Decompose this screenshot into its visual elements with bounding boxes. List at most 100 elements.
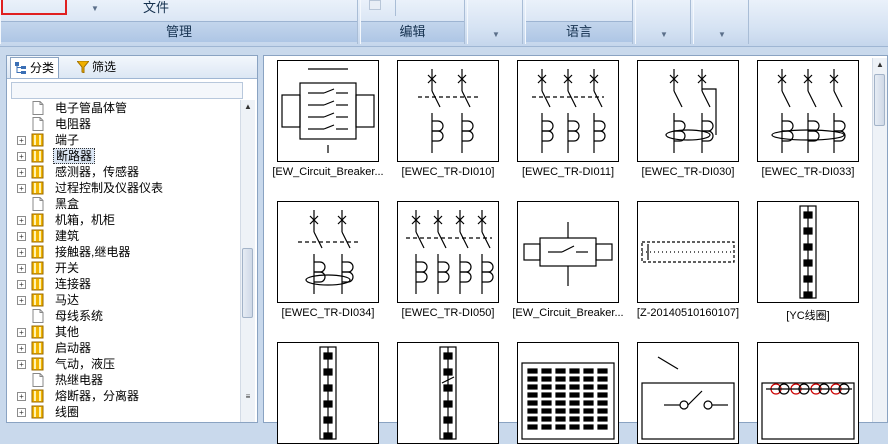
- symbol-thumbnail[interactable]: [517, 201, 619, 303]
- dropdown-arrow-icon[interactable]: ▼: [91, 4, 99, 13]
- group-caption-language: 语言: [526, 21, 632, 42]
- options-dropdown-icon[interactable]: ▼: [718, 30, 726, 39]
- symbol-thumbnail[interactable]: [517, 60, 619, 162]
- file-button[interactable]: 文件: [143, 0, 169, 16]
- expand-icon[interactable]: +: [17, 232, 26, 241]
- expand-icon[interactable]: +: [17, 360, 26, 369]
- tree-item-label: 热继电器: [55, 373, 104, 387]
- tree-item[interactable]: 热继电器: [7, 372, 243, 388]
- group-caption-edit: 编辑: [361, 21, 464, 42]
- tab-classify[interactable]: 分类: [10, 57, 60, 78]
- gallery-scrollbar[interactable]: ▲: [872, 58, 887, 422]
- tree-item[interactable]: + 过程控制及仪器仪表: [7, 180, 243, 196]
- lib-dropdown-icon[interactable]: ▼: [660, 30, 668, 39]
- edit-icon[interactable]: [369, 0, 381, 10]
- symbol-caption: [EWEC_TR-DI011]: [521, 166, 615, 178]
- expand-icon[interactable]: +: [17, 216, 26, 225]
- symbol-thumbnail[interactable]: [637, 201, 739, 303]
- tree-item-label: 连接器: [55, 277, 92, 291]
- tree-item[interactable]: + 启动器: [7, 340, 243, 356]
- panel-tabs: 分类 筛选: [7, 56, 257, 79]
- expand-icon[interactable]: +: [17, 184, 26, 193]
- expand-icon[interactable]: +: [17, 264, 26, 273]
- symbol-caption: [EW_Circuit_Breaker...: [272, 166, 384, 178]
- symbol-thumbnail[interactable]: [397, 342, 499, 444]
- tree-scrollbar[interactable]: ▲ ≡: [240, 100, 255, 422]
- folder-book-icon: [31, 293, 45, 307]
- tree-item[interactable]: + 线圈: [7, 404, 243, 420]
- ribbon-group-manage: ▼ 文件 管理: [0, 0, 358, 44]
- tree-item-label: 线圈: [55, 405, 80, 419]
- tree-item[interactable]: + 建筑: [7, 228, 243, 244]
- tree-item[interactable]: + 感测器，传感器: [7, 164, 243, 180]
- tab-classify-label: 分类: [30, 61, 55, 75]
- folder-book-icon: [31, 133, 45, 147]
- scroll-thumb[interactable]: [242, 248, 253, 318]
- tree-item-label: 马达: [55, 293, 80, 307]
- expand-icon[interactable]: +: [17, 296, 26, 305]
- expand-icon[interactable]: +: [17, 344, 26, 353]
- tree-item-label: 接触器,继电器: [55, 245, 131, 259]
- tree-icon: [15, 62, 26, 74]
- tree-item[interactable]: + 马达: [7, 292, 243, 308]
- symbol-thumbnail[interactable]: [277, 342, 379, 444]
- symbol-thumbnail[interactable]: [517, 342, 619, 444]
- folder-book-icon: [31, 165, 45, 179]
- ribbon-group-language: 语言: [525, 0, 633, 44]
- expand-icon[interactable]: +: [17, 408, 26, 417]
- tree-filter-bar[interactable]: [11, 82, 243, 99]
- tree-item[interactable]: + 连接器: [7, 276, 243, 292]
- tree-item-label: 熔断器，分离器: [55, 389, 140, 403]
- symbol-thumbnail[interactable]: [397, 60, 499, 162]
- symbol-caption: [EWEC_TR-DI030]: [641, 166, 735, 178]
- folder-book-icon: [31, 277, 45, 291]
- expand-icon[interactable]: +: [17, 168, 26, 177]
- symbol-thumbnail[interactable]: [757, 201, 859, 303]
- tree-item[interactable]: + 气动，液压: [7, 356, 243, 372]
- scroll-up-icon[interactable]: ▲: [241, 100, 255, 114]
- scroll-grip-icon: ≡: [245, 392, 251, 401]
- tree-item-label: 电子管晶体管: [55, 101, 128, 115]
- symbol-caption: [EWEC_TR-DI050]: [401, 307, 495, 319]
- symbol-thumbnail[interactable]: [277, 60, 379, 162]
- folder-book-icon: [31, 389, 45, 403]
- tree-item[interactable]: + 接触器,继电器: [7, 244, 243, 260]
- tree-item[interactable]: + 断路器: [7, 148, 243, 164]
- tree-item-label: 气动，液压: [55, 357, 116, 371]
- expand-icon[interactable]: +: [17, 280, 26, 289]
- tree-item-label: 电阻器: [55, 117, 92, 131]
- expand-icon[interactable]: +: [17, 328, 26, 337]
- expand-icon[interactable]: +: [17, 248, 26, 257]
- symbol-thumbnail[interactable]: [397, 201, 499, 303]
- tree-item[interactable]: 电子管晶体管: [7, 100, 243, 116]
- symbol-caption: [Z-20140510160107]: [636, 307, 740, 319]
- symbol-thumbnail[interactable]: [277, 201, 379, 303]
- ribbon-group-view: ▼: [467, 0, 523, 44]
- tree-item[interactable]: + 开关: [7, 260, 243, 276]
- page-icon: [31, 117, 45, 131]
- symbol-thumbnail[interactable]: [637, 60, 739, 162]
- tree-item-label: 黑盒: [55, 197, 80, 211]
- gallery-scroll-thumb[interactable]: [874, 74, 885, 126]
- folder-book-icon: [31, 341, 45, 355]
- tree-item[interactable]: + 熔断器，分离器: [7, 388, 243, 404]
- tree-item[interactable]: 母线系统: [7, 308, 243, 324]
- category-tree: 电子管晶体管 电阻器 + 端子 + 断路器 + 感测器，传感器 + 过程控制及仪器仪表 黑盒 + 机箱，…: [7, 100, 243, 420]
- ribbon-group-edit: 编辑: [360, 0, 465, 44]
- symbol-thumbnail[interactable]: [757, 342, 859, 444]
- tab-filter[interactable]: 筛选: [73, 57, 120, 77]
- gallery-scroll-up-icon[interactable]: ▲: [873, 58, 887, 72]
- expand-icon[interactable]: +: [17, 392, 26, 401]
- tree-item[interactable]: 黑盒: [7, 196, 243, 212]
- symbol-caption: [YC线圈]: [786, 310, 830, 322]
- symbol-thumbnail[interactable]: [757, 60, 859, 162]
- tree-item[interactable]: + 端子: [7, 132, 243, 148]
- tree-item[interactable]: 电阻器: [7, 116, 243, 132]
- symbol-thumbnail[interactable]: [637, 342, 739, 444]
- tree-item[interactable]: + 机箱，机柜: [7, 212, 243, 228]
- expand-icon[interactable]: +: [17, 152, 26, 161]
- expand-icon[interactable]: +: [17, 136, 26, 145]
- tree-item[interactable]: + 其他: [7, 324, 243, 340]
- view-dropdown-icon[interactable]: ▼: [492, 30, 500, 39]
- category-panel: 分类 筛选 电子管晶体管 电阻器 + 端子 + 断路器 + 感测器，传感器 + 过程控制及仪器仪表…: [6, 55, 258, 423]
